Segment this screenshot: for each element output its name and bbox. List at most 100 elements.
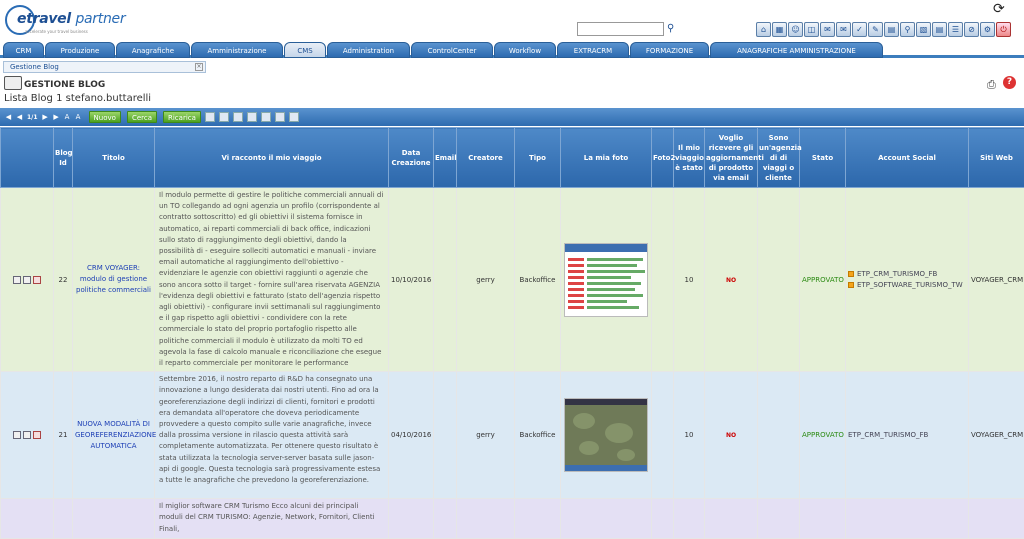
columns-icon[interactable] <box>205 112 215 122</box>
tab-crm[interactable]: CRM <box>3 42 44 58</box>
first-page-icon[interactable]: ◀ <box>4 113 13 122</box>
search-button[interactable]: Cerca <box>127 111 157 123</box>
header-row: Blog Id Titolo Vi racconto il mio viaggi… <box>1 128 1024 188</box>
list-icon[interactable]: ☰ <box>948 22 963 37</box>
col-foto2[interactable]: Foto2 <box>652 128 674 188</box>
tab-anagrafiche[interactable]: Anagrafiche <box>116 42 190 58</box>
view-icon[interactable] <box>13 276 21 284</box>
layout-icon[interactable] <box>233 112 243 122</box>
tab-produzione[interactable]: Produzione <box>45 42 115 58</box>
table-row[interactable]: 22 CRM VOYAGER: modulo di gestione polit… <box>1 188 1024 372</box>
col-stato[interactable]: Stato <box>800 128 846 188</box>
prev-page-icon[interactable]: ◀ <box>15 113 24 122</box>
print-icon[interactable]: ⎙ <box>987 78 996 92</box>
check-icon[interactable] <box>247 112 257 122</box>
delete-icon[interactable] <box>33 431 41 439</box>
col-email[interactable]: Email <box>434 128 457 188</box>
tab-extracrm[interactable]: EXTRACRM <box>557 42 629 58</box>
tab-controlcenter[interactable]: ControlCenter <box>411 42 493 58</box>
tab-administration[interactable]: Administration <box>327 42 410 58</box>
title-link[interactable]: NUOVA MODALITÀ DI GEOREFERENZIAZIONE AUT… <box>75 420 156 450</box>
contacts-icon[interactable]: ☺ <box>788 22 803 37</box>
cell-agency <box>758 188 800 372</box>
cell-social: ETP_CRM_TURISMO_FB ETP_SOFTWARE_TURISMO_… <box>846 188 969 372</box>
filter-icon[interactable] <box>275 112 285 122</box>
col-aggiornamenti[interactable]: Voglio ricevere gli aggiornamenti di pro… <box>705 128 758 188</box>
home-icon[interactable]: ⌂ <box>756 22 771 37</box>
cell-creator: gerry <box>457 372 515 499</box>
pager-status: 1/1 <box>27 114 38 121</box>
grid-toolbar: ◀ ◀ 1/1 ▶ ▶ A A Nuovo Cerca Ricarica <box>0 108 1024 126</box>
photo-thumbnail[interactable] <box>564 398 648 472</box>
status-badge: APPROVATO <box>802 431 844 439</box>
logo-tagline: accelerate your travel business <box>25 29 88 34</box>
col-creatore[interactable]: Creatore <box>457 128 515 188</box>
col-account-social[interactable]: Account Social <box>846 128 969 188</box>
page-title: GESTIONE BLOG <box>24 80 105 90</box>
close-icon[interactable]: × <box>195 63 203 71</box>
refresh-icon[interactable]: ⟳ <box>993 2 1008 17</box>
search-input[interactable] <box>577 22 664 36</box>
cell-updates: NO <box>726 277 736 284</box>
tab-workflow[interactable]: Workflow <box>494 42 556 58</box>
last-page-icon[interactable]: ▶ <box>52 113 61 122</box>
col-viaggio[interactable]: Il mio viaggio è stato <box>674 128 705 188</box>
cell-agency <box>758 372 800 499</box>
photo-thumbnail[interactable] <box>564 243 648 317</box>
toolbar-icon-strip: ⌂ ▦ ☺ ◫ ✉ ✉ ✓ ✎ ▤ ⚲ ▧ ▤ ☰ ⊘ ⚙ ⏻ <box>756 22 1011 38</box>
no-entry-icon[interactable]: ⊘ <box>964 22 979 37</box>
tab-amministrazione[interactable]: Amministrazione <box>191 42 283 58</box>
col-siti-web[interactable]: Siti Web <box>969 128 1024 188</box>
tab-anagrafiche-amministrazione[interactable]: ANAGRAFICHE AMMINISTRAZIONE <box>710 42 883 58</box>
search-records-icon[interactable]: ⚲ <box>900 22 915 37</box>
checkbox-icon[interactable] <box>848 282 854 288</box>
row-actions <box>3 431 51 439</box>
building-icon[interactable]: ▦ <box>772 22 787 37</box>
reload-button[interactable]: Ricarica <box>163 111 201 123</box>
delete-icon[interactable] <box>33 276 41 284</box>
col-tipo[interactable]: Tipo <box>515 128 561 188</box>
mail-send-icon[interactable]: ✉ <box>836 22 851 37</box>
logo-text-b: partner <box>75 11 125 27</box>
new-button[interactable]: Nuovo <box>89 111 121 123</box>
col-racconto[interactable]: Vi racconto il mio viaggio <box>155 128 389 188</box>
calculator-icon[interactable]: ▧ <box>916 22 931 37</box>
title-link[interactable]: CRM VOYAGER: modulo di gestione politich… <box>76 264 151 294</box>
cell-email <box>434 188 457 372</box>
help-icon[interactable]: ? <box>1003 76 1016 89</box>
rows-icon[interactable] <box>219 112 229 122</box>
col-blog-id[interactable]: Blog Id <box>54 128 73 188</box>
edit-icon[interactable] <box>23 431 31 439</box>
document-icon[interactable]: ▤ <box>932 22 947 37</box>
mail-icon[interactable]: ✉ <box>820 22 835 37</box>
blog-module-icon <box>4 76 22 90</box>
edit-icon[interactable]: ✎ <box>868 22 883 37</box>
checkbox-icon[interactable] <box>848 271 854 277</box>
font-decrease-icon[interactable]: A <box>63 113 72 122</box>
main-tab-bar: CRM Produzione Anagrafiche Amministrazio… <box>0 42 1024 58</box>
etravel-partner-logo[interactable]: etravel partner accelerate your travel b… <box>3 5 97 37</box>
export-icon[interactable] <box>261 112 271 122</box>
list-label: Lista Blog <box>4 93 53 104</box>
window-icon[interactable]: ▤ <box>884 22 899 37</box>
tab-cms[interactable]: CMS <box>284 42 326 58</box>
table-row[interactable]: 21 NUOVA MODALITÀ DI GEOREFERENZIAZIONE … <box>1 372 1024 499</box>
subtab-label: Gestione Blog <box>10 63 59 71</box>
next-page-icon[interactable]: ▶ <box>41 113 50 122</box>
font-increase-icon[interactable]: A <box>74 113 83 122</box>
col-data-creazione[interactable]: Data Creazione <box>389 128 434 188</box>
subtab-gestione-blog[interactable]: Gestione Blog × <box>3 61 206 73</box>
calendar-icon[interactable]: ◫ <box>804 22 819 37</box>
power-icon[interactable]: ⏻ <box>996 22 1011 37</box>
col-titolo[interactable]: Titolo <box>73 128 155 188</box>
user-settings-icon[interactable]: ⚙ <box>980 22 995 37</box>
subtab-bar: Gestione Blog × <box>0 61 1024 75</box>
view-icon[interactable] <box>13 431 21 439</box>
tasks-icon[interactable]: ✓ <box>852 22 867 37</box>
cell-site: VOYAGER_CRM <box>969 188 1024 372</box>
settings-grid-icon[interactable] <box>289 112 299 122</box>
edit-icon[interactable] <box>23 276 31 284</box>
tab-formazione[interactable]: FORMAZIONE <box>630 42 709 58</box>
search-icon[interactable]: ⚲ <box>667 23 678 34</box>
col-la-mia-foto[interactable]: La mia foto <box>561 128 652 188</box>
